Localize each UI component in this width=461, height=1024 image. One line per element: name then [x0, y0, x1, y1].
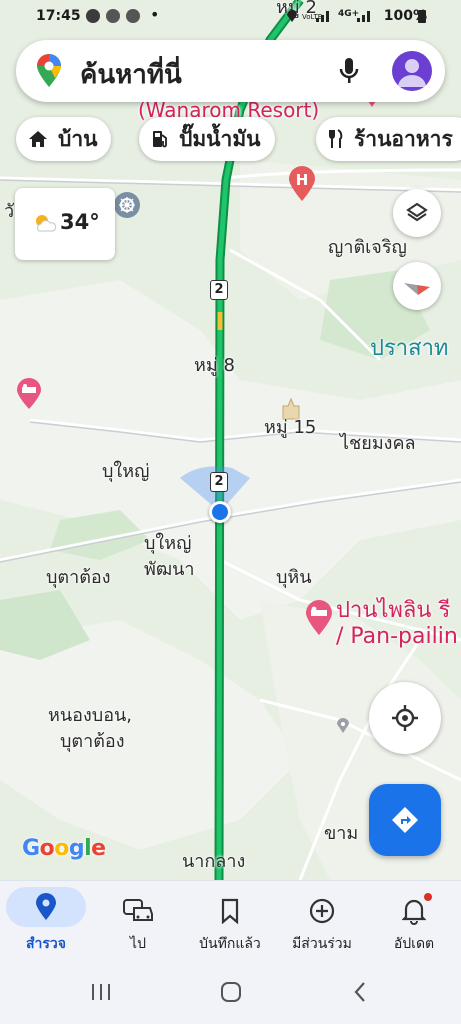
map-label-village[interactable]: บุใหญ่ [102, 456, 149, 485]
map-label-village[interactable]: บุหิน [276, 562, 312, 591]
route-shield: 2 [210, 472, 228, 492]
map-label-district[interactable]: ปราสาท [370, 330, 448, 365]
map-label-village[interactable]: บุตาต้อง [60, 726, 125, 755]
map-label-village[interactable]: บุตาต้อง [46, 562, 111, 591]
chip-home[interactable]: บ้าน [16, 117, 112, 161]
hospital-marker-icon[interactable]: H [287, 166, 317, 202]
signal-icon: VoLTE [302, 10, 332, 26]
gas-pump-icon [151, 129, 169, 149]
chip-restaurant[interactable]: ร้านอาหาร [316, 117, 461, 161]
nav-go[interactable]: ไป [92, 881, 184, 961]
recent-apps-icon[interactable] [90, 982, 112, 1006]
bookmark-icon [200, 893, 260, 929]
layers-button[interactable] [393, 189, 441, 237]
compass-button[interactable] [393, 262, 441, 310]
hotel-marker-icon[interactable] [305, 600, 333, 636]
status-time: 17:45 [36, 8, 81, 24]
home-icon [28, 130, 48, 148]
add-circle-icon [292, 893, 352, 929]
map-label-village[interactable]: ไชยมงคล [340, 428, 416, 457]
my-location-icon [392, 705, 418, 731]
map-label-village[interactable]: บุใหญ่ [144, 528, 191, 557]
layers-icon [406, 202, 428, 222]
compass-icon [404, 283, 430, 295]
search-bar[interactable]: ค้นหาที่นี่ [16, 40, 445, 102]
account-avatar[interactable] [392, 51, 432, 91]
directions-button[interactable] [369, 784, 441, 856]
map-label-village[interactable]: ญาติเจริญ [328, 232, 407, 261]
nav-contribute[interactable]: มีส่วนร่วม [276, 881, 368, 961]
home-nav-icon[interactable] [219, 980, 243, 1008]
nav-saved[interactable]: บันทึกแล้ว [184, 881, 276, 961]
directions-icon [392, 807, 418, 833]
chrome-icon [106, 9, 120, 23]
boat-marker-icon[interactable] [114, 192, 140, 218]
nav-label: บันทึกแล้ว [199, 936, 261, 952]
system-navigation-bar [0, 960, 461, 1024]
weather-card[interactable]: 34° [15, 188, 115, 260]
map-label-village[interactable]: นากลาง [182, 846, 245, 875]
back-icon[interactable] [352, 980, 368, 1008]
location-status-icon [286, 9, 298, 27]
place-marker-icon[interactable] [336, 718, 350, 734]
mic-icon[interactable] [338, 56, 360, 90]
chip-label: ร้านอาหาร [354, 126, 453, 151]
bottom-navigation: สำรวจ ไป บันทึกแล้ว มีส่วนร่วม อัปเดต [0, 880, 461, 960]
map-label-village[interactable]: หมู่ 15 [264, 412, 316, 441]
nav-updates[interactable]: อัปเดต [368, 881, 460, 961]
map-label-edge: วั [4, 201, 15, 222]
battery-icon [418, 10, 426, 23]
signal-icon [356, 10, 372, 26]
svg-text:VoLTE: VoLTE [302, 13, 322, 21]
map-label-hotel[interactable]: ปานไพลิน รี [336, 592, 450, 627]
weather-temp: 34° [60, 210, 100, 234]
nav-label: สำรวจ [26, 936, 66, 952]
search-input[interactable]: ค้นหาที่นี่ [80, 54, 182, 95]
map-label-village[interactable]: หนองบอน, [48, 700, 132, 729]
chip-label: บ้าน [58, 126, 98, 151]
status-bar: 17:45 • VoLTE 4G+ 100% [0, 0, 461, 34]
more-notifications-icon: • [150, 5, 160, 24]
nav-explore[interactable]: สำรวจ [0, 881, 92, 961]
chip-gas[interactable]: ปั๊มน้ำมัน [139, 117, 275, 161]
map-label-village[interactable]: ขาม [324, 818, 358, 847]
svg-text:H: H [296, 171, 309, 189]
commute-icon [108, 893, 168, 929]
map-label-village[interactable]: พัฒนา [144, 554, 195, 583]
route-shield: 2 [210, 280, 228, 300]
notification-badge [424, 893, 432, 901]
explore-pin-icon [6, 887, 86, 927]
bell-icon [384, 893, 444, 929]
google-logo: Google [22, 836, 106, 861]
line-app-icon [86, 9, 100, 23]
nav-label: มีส่วนร่วม [292, 936, 352, 952]
hotel-marker-icon[interactable] [16, 378, 42, 410]
nav-label: ไป [130, 936, 146, 952]
my-location-button[interactable] [369, 682, 441, 754]
restaurant-icon [328, 129, 344, 149]
chip-label: ปั๊มน้ำมัน [179, 126, 261, 151]
current-location-dot[interactable] [209, 501, 231, 523]
map-label-hotel[interactable]: / Pan-pailin [336, 624, 458, 649]
nav-label: อัปเดต [393, 936, 435, 952]
chrome-icon [126, 9, 140, 23]
map-label-village[interactable]: หมู่ 8 [194, 350, 235, 379]
partly-cloudy-icon [33, 212, 57, 238]
maps-pin-icon [36, 54, 62, 92]
